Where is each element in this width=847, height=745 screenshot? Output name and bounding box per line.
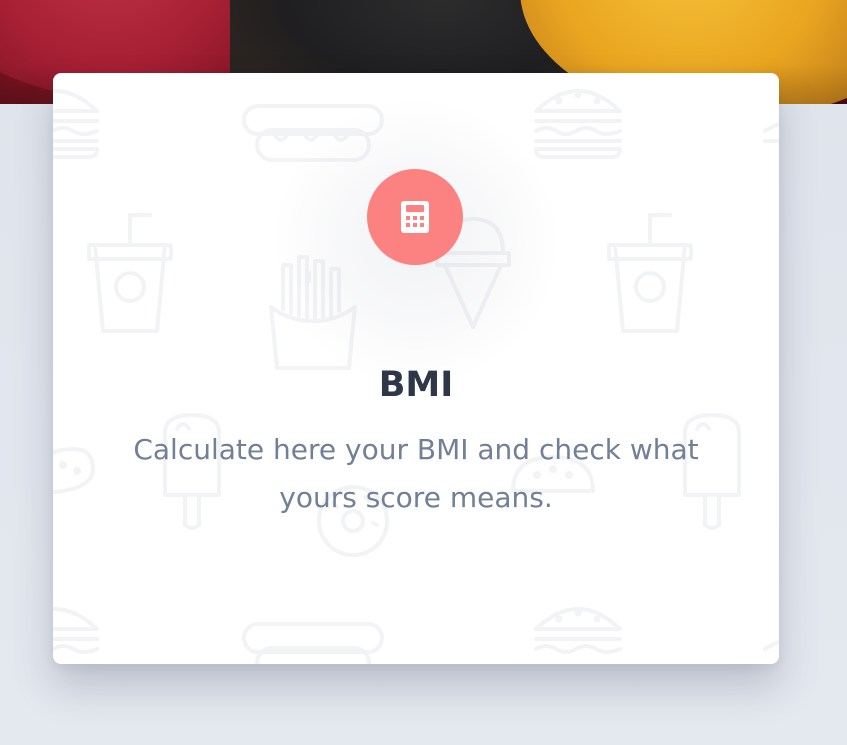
calculator-icon bbox=[401, 201, 429, 233]
card-description: Calculate here your BMI and check what y… bbox=[133, 433, 699, 514]
hotdog-icon bbox=[242, 622, 384, 664]
burger-icon bbox=[53, 89, 99, 159]
card-title: BMI bbox=[378, 365, 454, 405]
bmi-icon-badge bbox=[367, 169, 463, 265]
burger-icon bbox=[53, 607, 99, 654]
burger-icon bbox=[534, 607, 622, 654]
soda-cup-icon bbox=[607, 213, 693, 333]
burger-icon bbox=[534, 89, 622, 159]
burger-icon bbox=[763, 122, 779, 143]
soda-cup-icon bbox=[87, 213, 173, 333]
burger-icon bbox=[763, 640, 779, 651]
taco-icon bbox=[53, 447, 95, 495]
bmi-card[interactable]: BMI Calculate here your BMI and check wh… bbox=[53, 73, 779, 664]
